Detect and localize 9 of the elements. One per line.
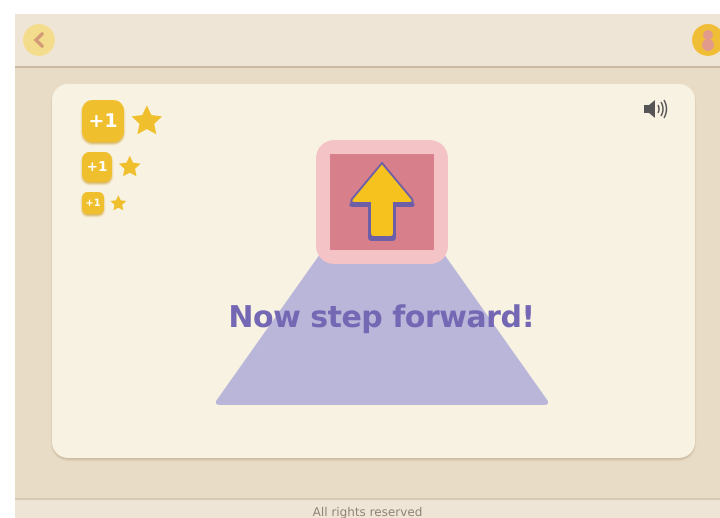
- back-icon: [32, 32, 46, 48]
- points-badge: +1: [82, 192, 104, 214]
- profile-button[interactable]: [692, 24, 720, 56]
- speaker-icon[interactable]: [643, 98, 669, 120]
- avatar-icon: [701, 29, 715, 51]
- back-button[interactable]: [23, 24, 55, 56]
- star-icon: [109, 194, 128, 212]
- points-badge: +1: [82, 100, 124, 142]
- points-badge: +1: [82, 152, 112, 182]
